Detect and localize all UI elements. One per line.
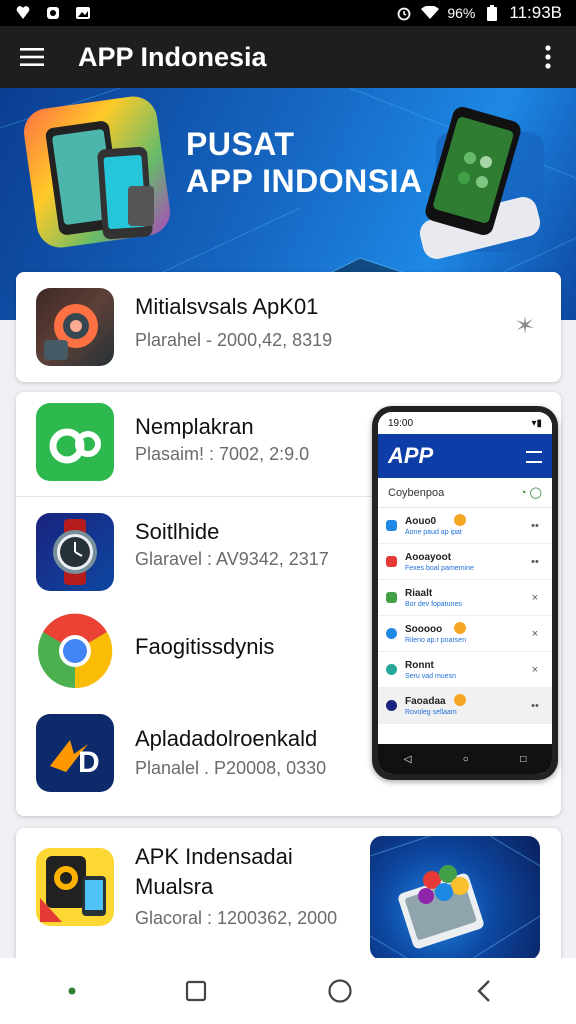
chrome-icon	[36, 612, 114, 690]
list-item[interactable]: Nemplakran Plasaim! : 7002, 2:9.0	[16, 392, 388, 496]
list-item[interactable]: Soitlhide Glaravel : AV9342, 2317	[16, 497, 388, 597]
phone-row-icon	[386, 700, 397, 711]
app-name: APK Indensadai	[135, 844, 293, 869]
phone-row-action: ×	[531, 627, 539, 640]
phone-row-sub: Aone paud ap ipat	[405, 528, 462, 536]
app-name: Nemplakran	[135, 414, 254, 439]
phone-row-action: ••	[531, 555, 539, 568]
phone-list-row: Aouo0 Aone paud ap ipat ••	[378, 508, 552, 544]
phone-list-row: Faoadaa Rovoleg sellaam ••	[378, 688, 552, 724]
app-meta: Plarahel - 2000,42, 8319	[135, 330, 333, 350]
list-item[interactable]: Faogitissdynis	[16, 602, 388, 702]
phone-row-action: ••	[531, 699, 539, 712]
back-icon[interactable]	[454, 961, 514, 1021]
banner-phone-illustration-right	[419, 107, 544, 259]
phone-row-icon	[386, 628, 397, 639]
phone-row-sub: Fexes boal pamemine	[405, 564, 474, 572]
app-card-1[interactable]: Mitialsvsals ApK01 Plarahel - 2000,42, 8…	[16, 272, 561, 382]
app-name: Soitlhide	[135, 519, 220, 544]
phone-row-icon	[386, 556, 397, 567]
app-name-line2: Mualsra	[135, 874, 214, 899]
game-robot-icon	[36, 288, 114, 366]
image-icon	[74, 5, 92, 21]
phone-search: Coybenpoa ◔ ◯	[378, 478, 552, 508]
phone-row-sub: Rovoleg sellaam	[405, 708, 457, 716]
phone-row-badge	[454, 694, 466, 706]
banner-title-line2: APP INDONSIA	[186, 163, 423, 199]
phone-header: APP	[378, 434, 552, 478]
app-meta: Glacoral : 1200362, 2000	[135, 908, 338, 928]
banner-title-line1: PUSAT	[186, 126, 295, 162]
phone-row-sub: Rilerio ap.r poarsen	[405, 636, 467, 644]
battery-icon	[483, 5, 501, 21]
phone-mockup: 19:00 ▾▮ APP Coybenpoa ◔ ◯ Aouo0 Aone pau…	[372, 406, 558, 780]
phone-row-name: Ronnt	[405, 659, 434, 671]
promo-image[interactable]	[370, 836, 540, 960]
phone-row-name: Aooayoot	[405, 551, 452, 563]
phone-screen: 19:00 ▾▮ APP Coybenpoa ◔ ◯ Aouo0 Aone pau…	[378, 412, 552, 774]
phone-row-action: ×	[531, 591, 539, 604]
app-name: Apladadolroenkald	[135, 726, 318, 751]
watch-icon	[36, 513, 114, 591]
app-bar: APP Indonesia	[0, 26, 576, 88]
app-meta: Planalel . P20008, 0330	[135, 758, 327, 778]
phone-nav-bar: ◁ ○ □	[378, 744, 552, 774]
phone-row-sub: Bor dev fopatunes	[405, 600, 462, 608]
phone-header-title: APP	[388, 443, 434, 468]
clock: 11:93B	[509, 3, 562, 22]
svg-text:D: D	[78, 746, 100, 779]
system-nav-bar	[0, 958, 576, 1024]
phone-time: 19:00	[388, 417, 414, 429]
phone-list-row: Sooooo Rilerio ap.r poarsen ×	[378, 616, 552, 652]
banner-phones-illustration-left	[24, 96, 170, 248]
phone-recent-icon: □	[520, 753, 527, 765]
phone-row-badge	[454, 514, 466, 526]
alarm-icon	[395, 5, 413, 21]
phone-status-bar: 19:00 ▾▮	[378, 412, 552, 434]
phone-row-name: Riaalt	[405, 587, 433, 599]
more-vertical-icon[interactable]	[520, 26, 576, 88]
app-title: APP Indonesia	[78, 41, 267, 72]
phone-back-icon: ◁	[403, 753, 412, 765]
hamburger-menu-icon[interactable]	[0, 26, 64, 88]
phone-search-text: Coybenpoa	[388, 486, 445, 499]
app-card-3[interactable]: APK Indensadai Mualsra Glacoral : 120036…	[16, 828, 561, 968]
phone-list-row: Aooayoot Fexes boal pamemine ••	[378, 544, 552, 580]
home-icon[interactable]	[310, 961, 370, 1021]
d-logo-icon: D	[36, 714, 114, 792]
wifi-icon	[421, 5, 440, 21]
dot-indicator-icon	[62, 961, 82, 1021]
phone-row-action: ••	[531, 519, 539, 532]
phone-row-icon	[386, 592, 397, 603]
app-name: Faogitissdynis	[135, 634, 275, 659]
phone-signal-icon: ▾▮	[531, 417, 542, 429]
phone-row-icon	[386, 520, 397, 531]
app-meta: Glaravel : AV9342, 2317	[135, 549, 329, 569]
battery-percent: 96%	[447, 5, 476, 21]
recent-apps-icon[interactable]	[166, 961, 226, 1021]
list-item[interactable]: D Apladadolroenkald Planalel . P20008, 0…	[16, 704, 388, 812]
phone-row-action: ×	[531, 663, 539, 676]
speaker-phone-icon	[36, 848, 114, 926]
phone-list-row: Ronnt Seru vad muesn ×	[378, 652, 552, 688]
notification-icon	[14, 5, 32, 21]
banner-title: PUSAT APP INDONSIA	[186, 126, 423, 200]
status-bar: 96% 11:93B	[0, 0, 576, 26]
phone-list-row: Riaalt Bor dev fopatunes ×	[378, 580, 552, 616]
phone-row-badge	[454, 622, 466, 634]
phone-row-sub: Seru vad muesn	[405, 672, 456, 680]
phone-search-icons: ◔ ◯	[519, 487, 542, 499]
phone-menu-icon	[526, 443, 542, 469]
sparkle-icon[interactable]	[514, 314, 536, 341]
green-co-icon	[36, 403, 114, 481]
shield-icon	[44, 5, 62, 21]
phone-home-icon: ○	[462, 753, 469, 765]
app-name: Mitialsvsals ApK01	[135, 294, 319, 319]
app-meta: Plasaim! : 7002, 2:9.0	[135, 444, 310, 464]
phone-row-icon	[386, 664, 397, 675]
